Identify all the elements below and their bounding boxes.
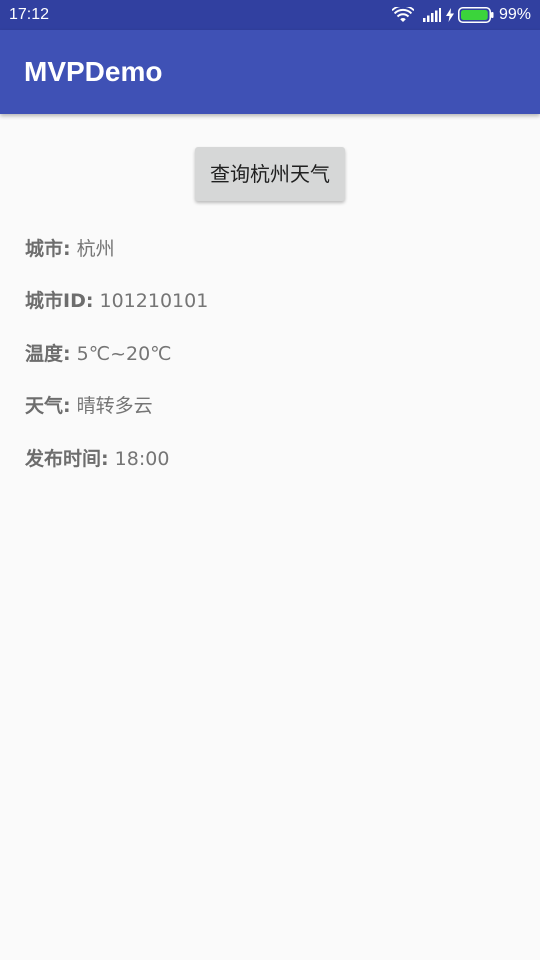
info-value: 晴转多云 [76,395,153,417]
battery-percent: 99% [498,6,531,23]
query-weather-button[interactable]: 查询杭州天气 [195,147,345,201]
info-label: 温度: [25,343,71,365]
info-row-weather: 天气: 晴转多云 [25,391,153,421]
info-label: 城市: [25,238,71,260]
info-value: 5℃~20℃ [76,343,172,365]
info-value: 18:00 [114,448,170,470]
info-value: 杭州 [76,238,115,260]
info-row-publish-time: 发布时间: 18:00 [25,444,169,474]
wifi-icon [391,7,414,23]
info-row-city-id: 城市ID: 101210101 [25,286,208,316]
info-label: 城市ID: [25,290,94,312]
info-row-city: 城市: 杭州 [25,234,115,264]
app-title: MVPDemo [24,56,163,87]
battery-icon [457,7,494,23]
status-bar: 17:12 99% [0,0,540,30]
info-label: 发布时间: [25,448,109,470]
status-time: 17:12 [9,6,50,23]
charging-icon [445,8,454,22]
app-bar: MVPDemo [0,30,540,114]
info-label: 天气: [25,395,71,417]
status-icons: 99% [391,5,531,25]
signal-icon [422,8,441,22]
info-row-temperature: 温度: 5℃~20℃ [25,339,172,369]
info-value: 101210101 [99,290,209,312]
